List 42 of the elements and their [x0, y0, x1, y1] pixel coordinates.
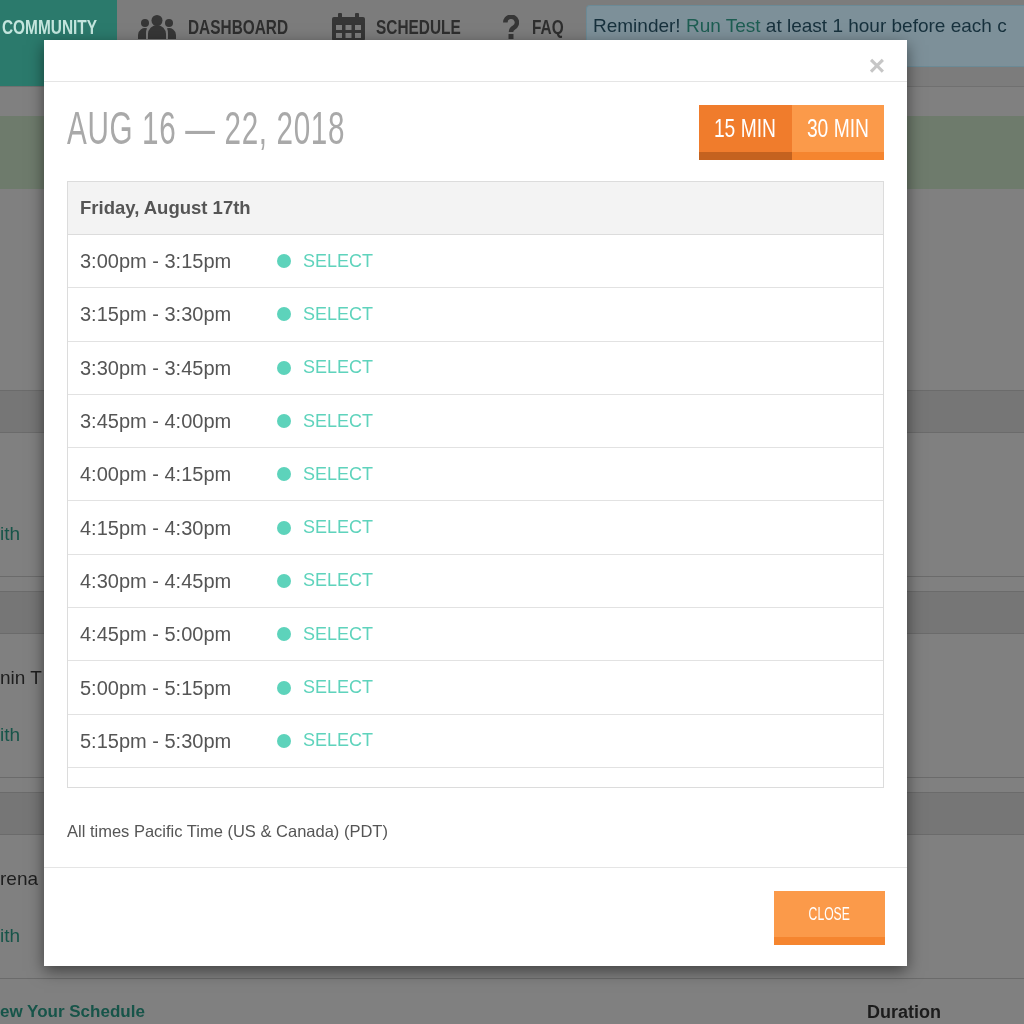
time-slot-text: 5:00pm - 5:15pm [80, 675, 233, 701]
question-icon [503, 14, 519, 39]
section-link[interactable]: ith [0, 922, 21, 951]
schedule-link[interactable]: ew Your Schedule [0, 1004, 145, 1020]
table-heading: Friday, August 17th [68, 182, 883, 235]
time-slot-text: 3:00pm - 3:15pm [80, 249, 233, 275]
time-slot-text: 3:45pm - 4:00pm [80, 409, 233, 435]
time-slot-text: 4:15pm - 4:30pm [80, 515, 233, 541]
time-slot-text: 4:30pm - 4:45pm [80, 568, 233, 594]
time-slot-text: 4:45pm - 5:00pm [80, 622, 233, 648]
section-text: rena [0, 867, 39, 892]
duration-button[interactable]: 30 MIN [791, 105, 884, 160]
calendar-icon [332, 12, 365, 41]
dismiss-button[interactable]: × [868, 51, 885, 81]
select-link[interactable]: SELECT [303, 300, 374, 328]
modal-title: AUG 16 — 22, 2018 [67, 105, 346, 151]
close-button[interactable]: CLOSE [774, 891, 885, 945]
select-link[interactable]: SELECT [303, 620, 374, 648]
column-heading: Duration [867, 1004, 941, 1020]
section-link[interactable]: ith [0, 721, 21, 750]
time-slot-text: 5:15pm - 5:30pm [80, 728, 233, 754]
section-text: nin T [0, 666, 42, 691]
select-link[interactable]: SELECT [303, 407, 374, 435]
select-link[interactable]: SELECT [303, 460, 374, 488]
reminder-text: Reminder! Run Test at least 1 hour before each c [593, 15, 1008, 37]
select-link[interactable]: SELECT [303, 514, 374, 542]
brand-logo-link[interactable]: COMMUNITY [2, 16, 97, 37]
duration-button[interactable]: 15 MIN [699, 105, 792, 160]
nav-link[interactable]: FAQ [503, 14, 565, 39]
time-slot-text: 4:00pm - 4:15pm [80, 462, 233, 488]
time-slot-text: 3:15pm - 3:30pm [80, 302, 233, 328]
section-link[interactable]: ith [0, 520, 21, 549]
select-link[interactable]: SELECT [303, 567, 374, 595]
run-test-link[interactable]: Run Test [685, 15, 761, 36]
select-link[interactable]: SELECT [303, 247, 374, 275]
select-link[interactable]: SELECT [303, 727, 374, 755]
time-slot-text: 3:30pm - 3:45pm [80, 355, 233, 381]
select-link[interactable]: SELECT [303, 354, 374, 382]
nav-link[interactable]: DASHBOARD [138, 14, 290, 39]
select-link[interactable]: SELECT [303, 674, 374, 701]
people-icon [138, 14, 176, 39]
timezone-note: All times Pacific Time (US & Canada) (PDT) [67, 821, 389, 841]
